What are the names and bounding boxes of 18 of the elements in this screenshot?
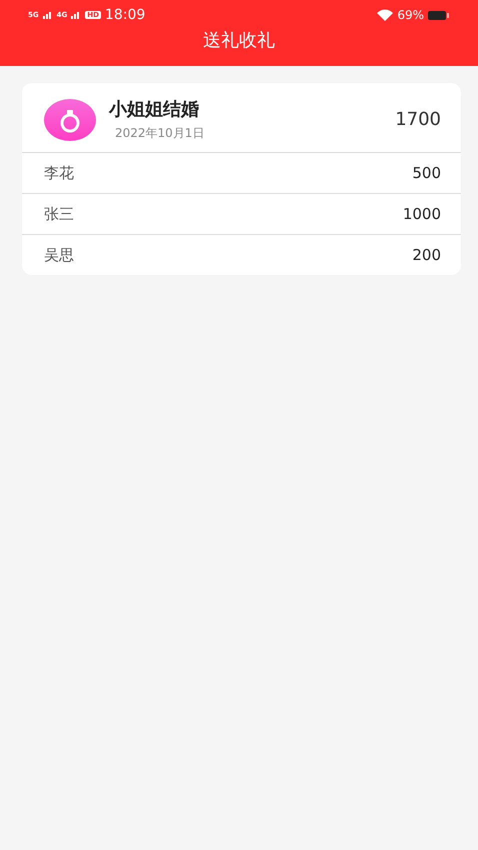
event-date: 2022年10月1日 bbox=[115, 125, 206, 142]
gift-amount: 500 bbox=[412, 164, 441, 182]
status-time: 18:09 bbox=[104, 7, 146, 23]
signal-icon bbox=[42, 11, 53, 19]
event-card[interactable]: 小姐姐结婚 2022年10月1日 1700 李花 500 张三 1000 吴思 200 bbox=[22, 83, 461, 275]
wifi-icon bbox=[377, 9, 394, 21]
battery-percent: 69% bbox=[397, 8, 424, 22]
ring-icon bbox=[44, 98, 96, 140]
event-total: 1700 bbox=[395, 109, 441, 130]
event-name: 小姐姐结婚 bbox=[109, 98, 200, 121]
gift-amount: 1000 bbox=[402, 205, 441, 223]
giver-name: 张三 bbox=[44, 204, 74, 224]
battery-icon bbox=[428, 10, 450, 20]
signal-icon bbox=[71, 11, 82, 19]
gift-amount: 200 bbox=[412, 246, 441, 264]
page-title: 送礼收礼 bbox=[202, 29, 276, 52]
giver-name: 李花 bbox=[44, 164, 74, 182]
giver-name: 吴思 bbox=[44, 246, 74, 264]
